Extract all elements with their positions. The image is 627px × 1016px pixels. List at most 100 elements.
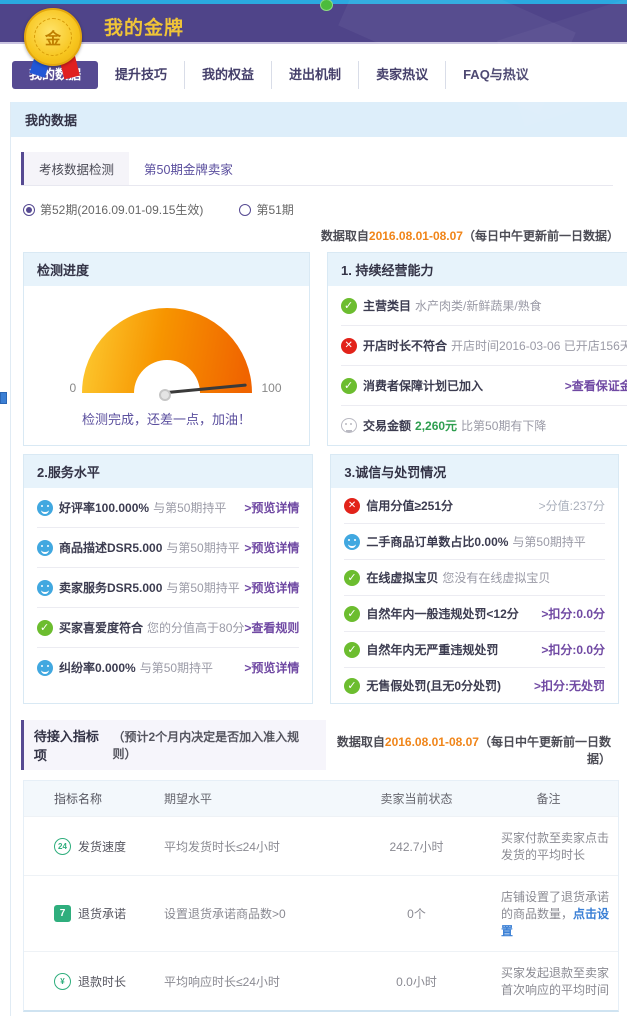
current-status: 242.7小时: [354, 826, 479, 867]
period-selector: 第52期(2016.09.01-09.15生效) 第51期: [23, 201, 627, 218]
page-title: 我的金牌: [104, 13, 184, 40]
data-source-note: 数据取自2016.08.01-08.07（每日中午更新前一日数据）: [11, 227, 627, 244]
integrity-row-serious-violation: 自然年内无严重违规处罚 >扣分:0.0分: [344, 632, 605, 668]
note-suffix: （每日中午更新前一日数据）: [479, 735, 611, 766]
service-row-buyer-favor: 买家喜爱度符合 您的分值高于80分 >查看规则: [37, 608, 299, 648]
table-row-refund-duration: ¥ 退款时长 平均响应时长≤24小时 0.0小时 买家发起退款至卖家首次响应的平…: [24, 951, 618, 1010]
row-detail: 与第50期持平: [153, 499, 226, 516]
row-label: 信用分值≥251分: [366, 497, 453, 514]
integrity-row-credit-score: 信用分值≥251分 >分值:237分: [344, 488, 605, 524]
7day-return-icon: 7: [54, 905, 71, 922]
sustain-panel-title: 1. 持续经营能力: [328, 253, 627, 286]
note-suffix: （每日中午更新前一日数据）: [463, 229, 619, 243]
row-label: 买家喜爱度符合: [59, 619, 143, 636]
notification-dot: [320, 0, 333, 11]
refund-time-icon: ¥: [54, 973, 71, 990]
subtab-assessment-check[interactable]: 考核数据检测: [24, 152, 129, 185]
gauge-panel: 检测进度 0 100 检测完成，还差一点，加油！: [23, 252, 310, 446]
integrity-panel: 3.诚信与处罚情况 信用分值≥251分 >分值:237分 二手商品订单数占比0.…: [330, 454, 619, 704]
remark-text: 买家付款至卖家点击发货的平均时长: [479, 817, 618, 875]
service-row-seller-dsr: 卖家服务DSR5.000 与第50期持平 >预览详情: [37, 568, 299, 608]
row-detail: 与第50期持平: [166, 579, 239, 596]
sustain-row-shop-age: 开店时长不符合 开店时间2016-03-06 已开店156天: [341, 326, 627, 366]
check-icon: [37, 620, 53, 636]
data-source-note: 数据取自2016.08.01-08.07（每日中午更新前一日数据）: [326, 733, 619, 767]
sustain-row-category: 主营类目 水产肉类/新鲜蔬果/熟食: [341, 286, 627, 326]
preview-detail-link[interactable]: >预览详情: [244, 539, 299, 556]
cross-icon: [344, 498, 360, 514]
period-option-52[interactable]: 第52期(2016.09.01-09.15生效): [23, 201, 203, 218]
pending-indicators-table: 指标名称 期望水平 卖家当前状态 备注 24 发货速度 平均发货时长≤24小时 …: [23, 780, 619, 1012]
check-icon: [344, 570, 360, 586]
integrity-row-general-violation: 自然年内一般违规处罚<12分 >扣分:0.0分: [344, 596, 605, 632]
page-banner: 金 我的金牌: [0, 4, 627, 44]
pending-title: 待接入指标项: [34, 726, 109, 764]
row-label: 开店时长不符合: [363, 337, 447, 354]
expected-level: 平均发货时长≤24小时: [164, 826, 354, 867]
progress-gauge: 0 100: [82, 308, 252, 393]
side-panel-handle[interactable]: [0, 392, 7, 404]
preview-detail-link[interactable]: >预览详情: [244, 499, 299, 516]
row-detail: 您的分值高于80分: [147, 619, 244, 636]
row-label: 二手商品订单数占比0.00%: [366, 533, 508, 550]
service-panel-title: 2.服务水平: [24, 455, 312, 488]
row-detail: 与第50期持平: [166, 539, 239, 556]
integrity-row-secondhand-ratio: 二手商品订单数占比0.00% 与第50期持平: [344, 524, 605, 560]
smiley-icon: [37, 540, 53, 556]
subtab-period50-gold-seller[interactable]: 第50期金牌卖家: [129, 152, 248, 185]
tab-entry-exit-rules[interactable]: 进出机制: [271, 61, 358, 89]
row-detail: 您没有在线虚拟宝贝: [442, 569, 550, 586]
col-header-remark: 备注: [479, 781, 618, 816]
sustain-row-transaction-amount: 交易金额 2,260元 比第50期有下降: [341, 406, 627, 445]
row-label: 在线虚拟宝贝: [366, 569, 438, 586]
smiley-icon: [344, 534, 360, 550]
check-icon: [344, 642, 360, 658]
gauge-min-label: 0: [70, 381, 77, 395]
remark-text: 店铺设置了退货承诺的商品数量，点击设置: [479, 876, 618, 951]
tab-improve-skills[interactable]: 提升技巧: [98, 61, 184, 89]
row-label: 无售假处罚(且无0分处罚): [366, 677, 501, 694]
row-detail: 与第50期持平: [140, 659, 213, 676]
note-prefix: 数据取自: [337, 735, 385, 749]
note-date-range: 2016.08.01-08.07: [385, 735, 479, 749]
smiley-icon: [37, 500, 53, 516]
integrity-row-counterfeit: 无售假处罚(且无0分处罚) >扣分:无处罚: [344, 668, 605, 703]
neutral-face-icon: [341, 418, 357, 433]
row-detail: 开店时间2016-03-06 已开店156天: [451, 337, 627, 354]
radio-selected-icon[interactable]: [23, 204, 35, 216]
service-row-dispute-rate: 纠纷率0.000% 与第50期持平 >预览详情: [37, 648, 299, 687]
table-header-row: 指标名称 期望水平 卖家当前状态 备注: [24, 781, 618, 816]
panels-row-1: 检测进度 0 100 检测完成，还差一点，加油！ 1. 持续经营能力 主营类目: [23, 252, 619, 446]
gauge-max-label: 100: [261, 381, 281, 395]
gauge-panel-title: 检测进度: [24, 253, 309, 286]
service-panel: 2.服务水平 好评率100.000% 与第50期持平 >预览详情 商品描述DSR…: [23, 454, 313, 704]
period-51-label: 第51期: [256, 201, 293, 218]
current-status: 0个: [354, 893, 479, 934]
deduction-link[interactable]: >扣分:无处罚: [534, 677, 605, 694]
preview-detail-link[interactable]: >预览详情: [244, 579, 299, 596]
deduction-link[interactable]: >扣分:0.0分: [541, 641, 605, 658]
row-label: 主营类目: [363, 297, 411, 314]
period-52-label: 第52期(2016.09.01-09.15生效): [40, 201, 203, 218]
radio-unselected-icon[interactable]: [239, 204, 251, 216]
row-label: 卖家服务DSR5.000: [59, 579, 162, 596]
check-icon: [341, 378, 357, 394]
score-note: >分值:237分: [539, 497, 605, 514]
deduction-link[interactable]: >扣分:0.0分: [541, 605, 605, 622]
cross-icon: [341, 338, 357, 354]
view-rules-link[interactable]: >查看规则: [244, 619, 299, 636]
service-row-positive-rate: 好评率100.000% 与第50期持平 >预览详情: [37, 488, 299, 528]
smiley-icon: [37, 660, 53, 676]
row-label: 自然年内无严重违规处罚: [366, 641, 498, 658]
preview-detail-link[interactable]: >预览详情: [244, 659, 299, 676]
note-prefix: 数据取自: [321, 229, 369, 243]
gauge-hub: [159, 389, 171, 401]
service-row-item-dsr: 商品描述DSR5.000 与第50期持平 >预览详情: [37, 528, 299, 568]
24h-clock-icon: 24: [54, 838, 71, 855]
sustain-panel: 1. 持续经营能力 主营类目 水产肉类/新鲜蔬果/熟食 开店时长不符合 开店时间…: [327, 252, 627, 446]
tab-my-benefits[interactable]: 我的权益: [184, 61, 271, 89]
period-option-51[interactable]: 第51期: [239, 201, 293, 218]
view-deposit-link[interactable]: >查看保证金: [565, 377, 627, 394]
current-status: 0.0小时: [354, 961, 479, 1002]
row-label: 好评率100.000%: [59, 499, 149, 516]
